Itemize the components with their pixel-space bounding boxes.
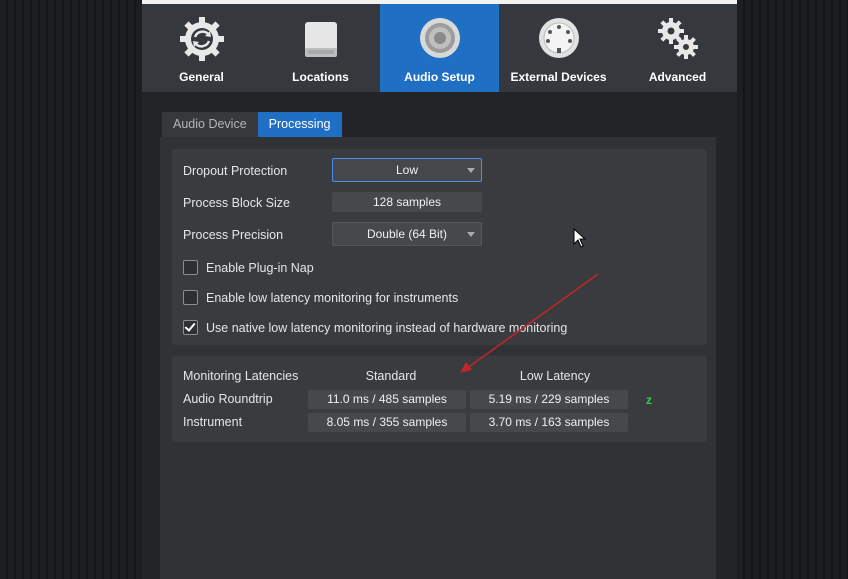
process-block-size-label: Process Block Size bbox=[183, 196, 290, 210]
enable-plugin-nap-checkbox[interactable] bbox=[183, 260, 198, 275]
toolbar-locations[interactable]: Locations bbox=[261, 4, 380, 92]
chevron-down-icon bbox=[467, 168, 475, 173]
enable-low-latency-instruments-row[interactable]: Enable low latency monitoring for instru… bbox=[183, 290, 458, 305]
process-precision-value: Double (64 Bit) bbox=[366, 227, 448, 241]
native-low-latency-checkbox[interactable] bbox=[183, 320, 198, 335]
process-precision-dropdown[interactable]: Double (64 Bit) bbox=[332, 222, 482, 246]
processing-settings-group: Dropout Protection Low Process Block Siz… bbox=[172, 149, 707, 345]
toolbar-external-devices[interactable]: External Devices bbox=[499, 4, 618, 92]
drive-icon bbox=[304, 22, 337, 57]
instrument-label: Instrument bbox=[183, 415, 243, 429]
tab-audio-device[interactable]: Audio Device bbox=[162, 112, 258, 137]
background-right bbox=[737, 0, 848, 579]
tab-bar: Audio Device Processing bbox=[162, 112, 342, 137]
monitoring-latencies-group: Monitoring Latencies Standard Low Latenc… bbox=[172, 356, 707, 442]
instrument-low: 3.70 ms / 163 samples bbox=[470, 413, 628, 432]
midi-connector-icon bbox=[538, 18, 579, 58]
monitoring-latencies-title: Monitoring Latencies bbox=[183, 369, 299, 383]
process-block-size-value[interactable]: 128 samples bbox=[332, 192, 482, 212]
chevron-down-icon bbox=[467, 232, 475, 237]
audio-roundtrip-standard: 11.0 ms / 485 samples bbox=[308, 390, 466, 409]
toolbar-audio-setup[interactable]: Audio Setup bbox=[380, 4, 499, 92]
native-low-latency-label: Use native low latency monitoring instea… bbox=[206, 320, 568, 335]
dropout-protection-label: Dropout Protection bbox=[183, 164, 288, 178]
toolbar-locations-label: Locations bbox=[292, 70, 349, 84]
general-sync-gear-icon bbox=[179, 17, 224, 61]
instrument-standard: 8.05 ms / 355 samples bbox=[308, 413, 466, 432]
toolbar-advanced[interactable]: Advanced bbox=[618, 4, 737, 92]
tab-processing[interactable]: Processing bbox=[257, 112, 342, 137]
preferences-content: Audio Device Processing Dropout Protecti… bbox=[142, 92, 737, 579]
low-latency-column-header: Low Latency bbox=[519, 369, 591, 383]
dropout-protection-value: Low bbox=[395, 163, 418, 177]
checkmark-icon bbox=[184, 320, 196, 332]
background-left bbox=[0, 0, 142, 579]
audio-roundtrip-label: Audio Roundtrip bbox=[183, 392, 273, 406]
toolbar-general[interactable]: General bbox=[142, 4, 261, 92]
mouse-cursor-icon bbox=[573, 228, 587, 248]
enable-low-latency-instruments-checkbox[interactable] bbox=[183, 290, 198, 305]
enable-low-latency-instruments-label: Enable low latency monitoring for instru… bbox=[206, 290, 459, 305]
toolbar-advanced-label: Advanced bbox=[648, 70, 707, 84]
standard-column-header: Standard bbox=[365, 369, 417, 383]
gears-icon bbox=[657, 18, 698, 59]
low-latency-active-icon: z bbox=[646, 393, 652, 407]
preferences-toolbar: General Locations Audio Setup External D… bbox=[142, 4, 737, 92]
speaker-icon bbox=[419, 18, 460, 58]
toolbar-audio-setup-label: Audio Setup bbox=[404, 70, 475, 84]
toolbar-external-devices-label: External Devices bbox=[510, 70, 607, 84]
process-precision-label: Process Precision bbox=[183, 228, 284, 242]
processing-panel: Dropout Protection Low Process Block Siz… bbox=[160, 137, 716, 579]
dropout-protection-dropdown[interactable]: Low bbox=[332, 158, 482, 182]
toolbar-general-label: General bbox=[179, 70, 224, 84]
enable-plugin-nap-label: Enable Plug-in Nap bbox=[206, 260, 314, 275]
audio-roundtrip-low: 5.19 ms / 229 samples bbox=[470, 390, 628, 409]
native-low-latency-row[interactable]: Use native low latency monitoring instea… bbox=[183, 320, 567, 335]
enable-plugin-nap-row[interactable]: Enable Plug-in Nap bbox=[183, 260, 314, 275]
preferences-window: General Locations Audio Setup External D… bbox=[142, 0, 737, 579]
